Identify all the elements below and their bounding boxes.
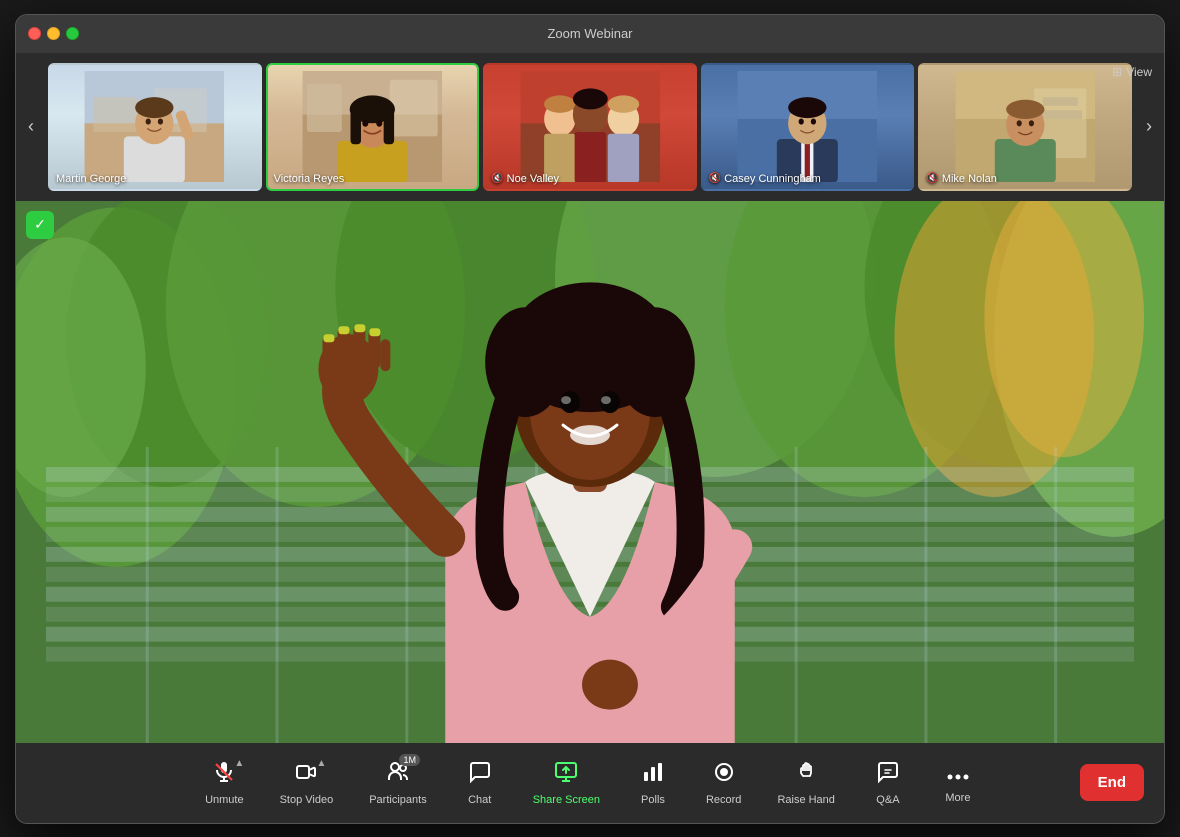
view-grid-icon: ⊞ [1112, 65, 1122, 79]
titlebar: Zoom Webinar [16, 15, 1164, 53]
polls-button[interactable]: Polls [618, 754, 688, 812]
mike-name: 🔇 Mike Nolan [926, 173, 996, 185]
camera-icon: ▲ [294, 760, 318, 790]
more-label: More [945, 792, 970, 804]
mike-muted-icon: 🔇 [926, 173, 938, 184]
fullscreen-button[interactable] [66, 27, 79, 40]
thumbnail-noe-valley[interactable]: 🔇 Noe Valley [483, 63, 697, 191]
minimize-button[interactable] [47, 27, 60, 40]
record-button[interactable]: Record [688, 754, 759, 812]
qa-button[interactable]: Q&A [853, 754, 923, 812]
noe-avatar-svg [496, 71, 685, 183]
mike-face [920, 65, 1130, 189]
close-button[interactable] [28, 27, 41, 40]
martin-avatar-svg [60, 71, 249, 183]
casey-muted-icon: 🔇 [709, 173, 721, 184]
main-video-area: ✓ [16, 201, 1164, 743]
casey-avatar-svg [713, 71, 902, 183]
unmute-arrow-icon: ▲ [234, 758, 244, 769]
traffic-lights [28, 27, 79, 40]
view-button[interactable]: ⊞ View [1112, 65, 1152, 79]
stop-video-button[interactable]: ▲ Stop Video [262, 754, 352, 812]
victoria-avatar-svg [278, 71, 467, 183]
qa-label: Q&A [876, 794, 899, 806]
stop-video-label: Stop Video [280, 794, 334, 806]
strip-thumbnails: Martin George [46, 63, 1134, 191]
strip-prev-arrow[interactable]: ‹ [16, 61, 46, 193]
record-icon [712, 760, 736, 790]
casey-face [703, 65, 913, 189]
noe-muted-icon: 🔇 [491, 173, 503, 184]
toolbar: ▲ Unmute ▲ Stop Video [16, 743, 1164, 823]
victoria-face [268, 65, 478, 189]
background-scene-svg [16, 201, 1164, 743]
presenter-badge: ✓ [26, 211, 54, 239]
unmute-button[interactable]: ▲ Unmute [187, 754, 262, 812]
polls-label: Polls [641, 794, 665, 806]
unmute-label: Unmute [205, 794, 244, 806]
record-label: Record [706, 794, 741, 806]
thumbnail-martin-george[interactable]: Martin George [48, 63, 262, 191]
chat-button[interactable]: Chat [445, 754, 515, 812]
mike-avatar-svg [931, 71, 1120, 183]
victoria-name: Victoria Reyes [274, 173, 345, 185]
casey-name: 🔇 Casey Cunningham [709, 173, 821, 185]
martin-face [50, 65, 260, 189]
thumbnail-casey-cunningham[interactable]: 🔇 Casey Cunningham [701, 63, 915, 191]
participants-badge: 1M [399, 754, 420, 766]
participants-icon: 1M [386, 760, 410, 790]
more-button[interactable]: More [923, 756, 993, 810]
share-screen-label: Share Screen [533, 794, 600, 806]
raise-hand-label: Raise Hand [777, 794, 834, 806]
stop-video-arrow-icon: ▲ [317, 758, 327, 769]
raise-hand-button[interactable]: Raise Hand [759, 754, 852, 812]
noe-name: 🔇 Noe Valley [491, 173, 559, 185]
martin-name: Martin George [56, 173, 126, 185]
microphone-icon: ▲ [212, 760, 236, 790]
qa-icon [876, 760, 900, 790]
thumbnail-mike-nolan[interactable]: 🔇 Mike Nolan [918, 63, 1132, 191]
share-screen-button[interactable]: Share Screen [515, 754, 618, 812]
participant-strip: ‹ [16, 53, 1164, 201]
zoom-window: Zoom Webinar ‹ [15, 14, 1165, 824]
more-icon [946, 762, 970, 788]
chat-icon [468, 760, 492, 790]
strip-next-arrow[interactable]: › [1134, 61, 1164, 193]
polls-icon [641, 760, 665, 790]
raise-hand-icon [794, 760, 818, 790]
window-title: Zoom Webinar [547, 26, 632, 41]
share-screen-icon [554, 760, 578, 790]
participants-button[interactable]: 1M Participants [351, 754, 444, 812]
chat-label: Chat [468, 794, 491, 806]
noe-face [485, 65, 695, 189]
participants-label: Participants [369, 794, 426, 806]
end-button[interactable]: End [1080, 764, 1144, 801]
main-video-background: ✓ [16, 201, 1164, 743]
thumbnail-victoria-reyes[interactable]: Victoria Reyes [266, 63, 480, 191]
